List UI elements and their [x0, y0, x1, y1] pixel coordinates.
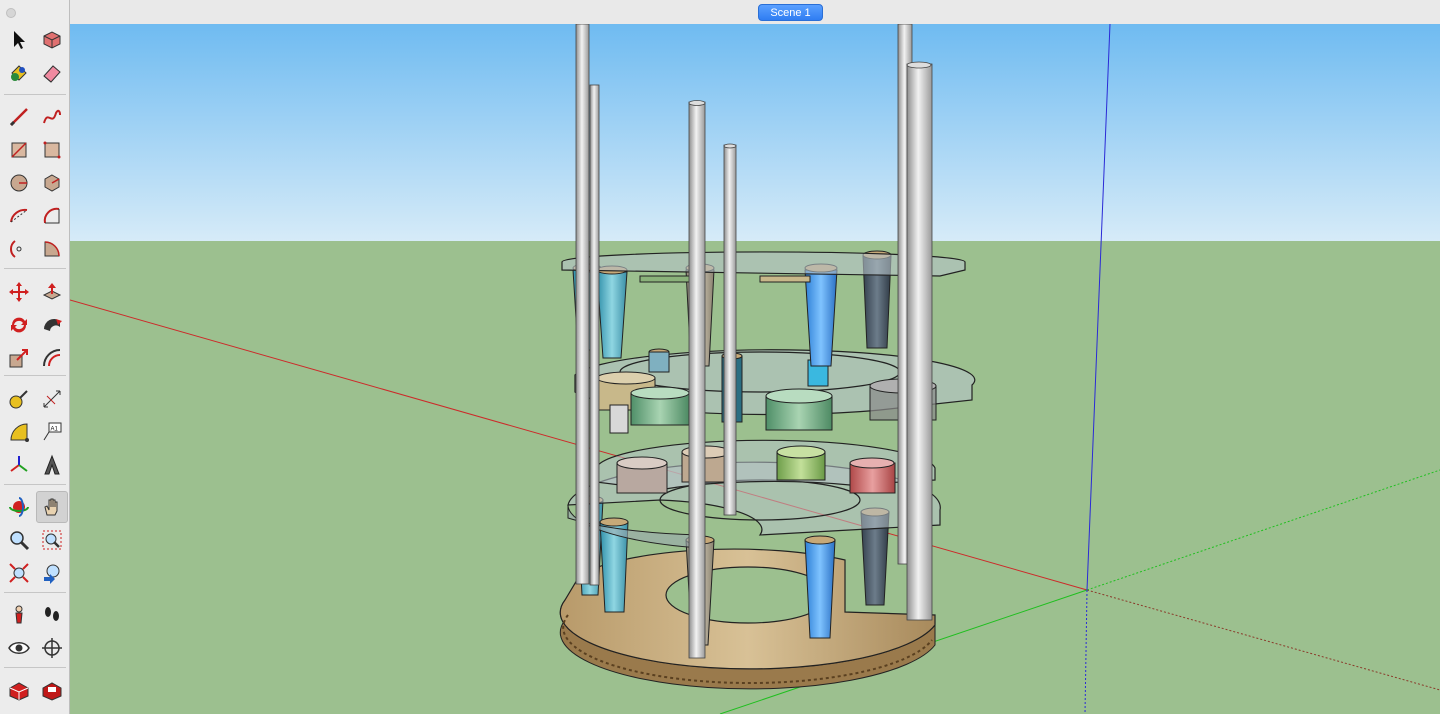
palette-close-button[interactable]: [6, 8, 16, 18]
follow-me-icon: [44, 319, 62, 331]
make-component-icon: [43, 31, 61, 49]
offset-icon: [43, 349, 61, 367]
walk-tool-button[interactable]: [36, 599, 68, 631]
three-point-arc-icon: [10, 240, 22, 258]
model-canvas[interactable]: [70, 24, 1440, 714]
3d-text-icon: [44, 454, 60, 475]
select-tool-button[interactable]: [3, 24, 35, 56]
zoom-tool-button[interactable]: [3, 524, 35, 556]
scale-icon: [9, 349, 28, 368]
offset-tool-button[interactable]: [36, 342, 68, 374]
orbit-icon: [9, 497, 29, 517]
follow-me-tool-button[interactable]: [36, 309, 68, 341]
toolbar-separator: [4, 592, 66, 593]
look-around-tool-button[interactable]: [3, 632, 35, 664]
arc-icon: [10, 208, 28, 223]
zoom-window-icon: [42, 530, 62, 550]
two-point-arc-tool-button[interactable]: [36, 200, 68, 232]
line-icon: [9, 108, 28, 127]
dimension-icon: [43, 390, 61, 408]
rectangle-icon: [11, 142, 27, 158]
arc-tool-button[interactable]: [3, 200, 35, 232]
pan-tool-button[interactable]: [36, 491, 68, 523]
axes-tool-button[interactable]: [3, 449, 35, 481]
pie-icon: [44, 241, 60, 257]
walk-icon: [45, 607, 59, 621]
tool-palette: A1: [0, 0, 70, 714]
dimension-tool-button[interactable]: [36, 383, 68, 415]
three-point-arc-tool-button[interactable]: [3, 233, 35, 265]
eraser-icon: [43, 65, 61, 83]
toolbar-separator: [4, 268, 66, 269]
sky: [70, 24, 1440, 241]
zoom-window-tool-button[interactable]: [36, 524, 68, 556]
rectangle-tool-button[interactable]: [3, 134, 35, 166]
freehand-tool-button[interactable]: [36, 101, 68, 133]
zoom-extents-icon: [9, 563, 29, 583]
3d-text-tool-button[interactable]: [36, 449, 68, 481]
toolbar-separator: [4, 667, 66, 668]
warehouse-icon: [9, 682, 29, 701]
section-plane-tool-button[interactable]: [36, 632, 68, 664]
extension-warehouse-tool-button[interactable]: [36, 674, 68, 706]
paint-bucket-tool-button[interactable]: [3, 57, 35, 89]
previous-view-icon: [44, 564, 60, 584]
text-icon: A1: [43, 422, 62, 441]
eraser-tool-button[interactable]: [36, 57, 68, 89]
section-plane-icon: [42, 638, 62, 658]
model-viewport[interactable]: [70, 24, 1440, 714]
orbit-tool-button[interactable]: [3, 491, 35, 523]
position-camera-icon: [15, 605, 23, 624]
position-camera-tool-button[interactable]: [3, 599, 35, 631]
select-icon: [14, 31, 25, 49]
push-pull-icon: [42, 283, 62, 300]
push-pull-tool-button[interactable]: [36, 276, 68, 308]
pan-icon: [44, 498, 58, 516]
rotated-rectangle-tool-button[interactable]: [36, 134, 68, 166]
line-tool-button[interactable]: [3, 101, 35, 133]
scale-tool-button[interactable]: [3, 342, 35, 374]
protractor-icon: [10, 423, 29, 442]
toolbar-separator: [4, 484, 66, 485]
warehouse-tool-button[interactable]: [3, 674, 35, 706]
zoom-icon: [10, 531, 30, 551]
move-icon: [9, 282, 29, 302]
scene-tab[interactable]: Scene 1: [758, 4, 823, 21]
tape-measure-icon: [9, 390, 28, 409]
freehand-icon: [43, 109, 61, 124]
text-tool-button[interactable]: A1: [36, 416, 68, 448]
previous-view-tool-button[interactable]: [36, 557, 68, 589]
circle-tool-button[interactable]: [3, 167, 35, 199]
pie-tool-button[interactable]: [36, 233, 68, 265]
circle-icon: [10, 174, 28, 192]
extension-warehouse-icon: [42, 682, 62, 701]
make-component-tool-button[interactable]: [36, 24, 68, 56]
protractor-tool-button[interactable]: [3, 416, 35, 448]
rotate-tool-button[interactable]: [3, 309, 35, 341]
palette-titlebar: [0, 0, 69, 24]
polygon-icon: [44, 174, 60, 192]
zoom-extents-tool-button[interactable]: [3, 557, 35, 589]
toolbar-separator: [4, 94, 66, 95]
rotate-icon: [11, 317, 27, 333]
tape-measure-tool-button[interactable]: [3, 383, 35, 415]
look-around-icon: [8, 642, 30, 654]
paint-bucket-icon: [11, 65, 27, 81]
move-tool-button[interactable]: [3, 276, 35, 308]
toolbar-separator: [4, 375, 66, 376]
axes-icon: [10, 456, 28, 472]
svg-text:A1: A1: [51, 427, 59, 433]
polygon-tool-button[interactable]: [36, 167, 68, 199]
two-point-arc-icon: [43, 207, 60, 224]
rotated-rectangle-icon: [43, 141, 61, 159]
scene-tab-bar: Scene 1: [70, 0, 1440, 25]
